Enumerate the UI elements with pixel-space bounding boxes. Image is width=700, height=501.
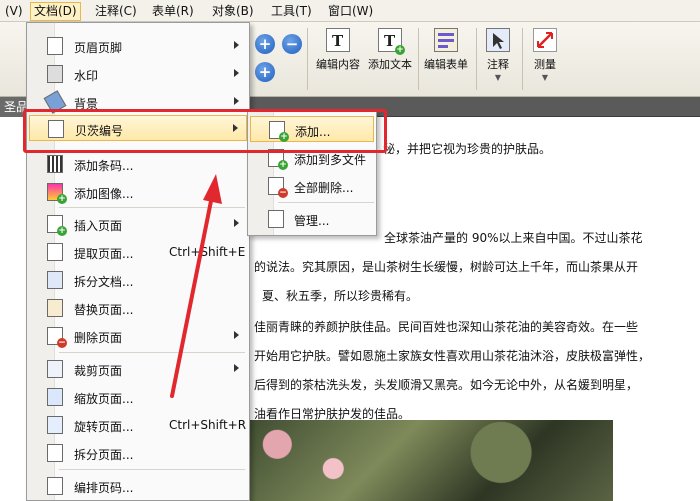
annotation-arrow-icon — [170, 174, 222, 398]
